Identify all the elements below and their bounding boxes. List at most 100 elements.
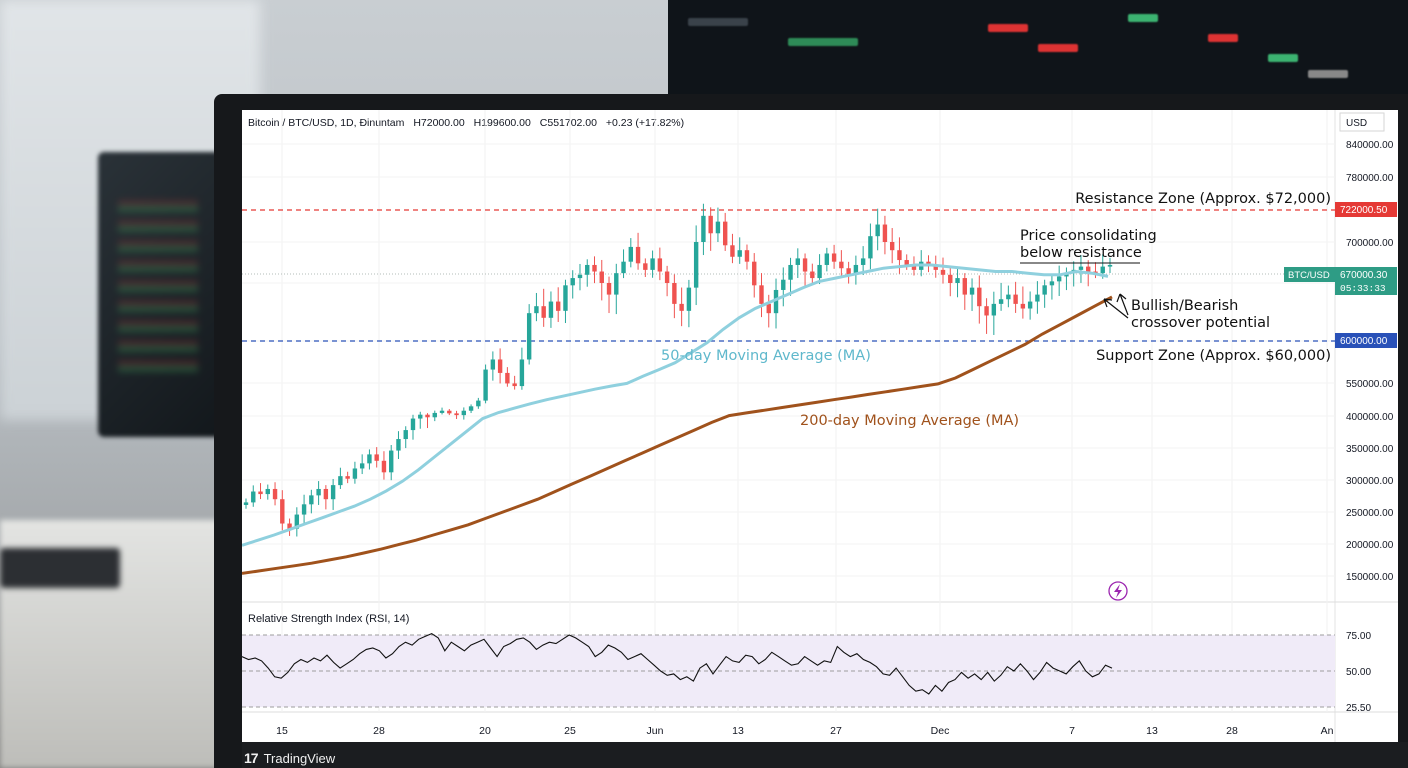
candle — [781, 267, 786, 307]
candle — [548, 291, 554, 328]
candle — [468, 404, 474, 414]
candle — [679, 287, 684, 327]
candle — [272, 482, 278, 506]
candle — [795, 248, 800, 278]
candle — [534, 292, 539, 322]
candle — [1064, 267, 1069, 291]
candle — [984, 298, 989, 334]
candle — [897, 237, 902, 274]
candle — [577, 263, 583, 291]
crossover-arrow-icon — [1116, 293, 1129, 316]
candle — [802, 253, 808, 287]
candle — [846, 261, 851, 284]
crossover-arrow-icon-2 — [1103, 298, 1129, 319]
candle — [396, 431, 401, 460]
candle — [810, 263, 815, 283]
candle — [243, 498, 249, 509]
candle — [1006, 285, 1011, 308]
candle — [839, 250, 844, 277]
y-tick-label: 700000.00 — [1346, 238, 1394, 249]
close-value: C551702.00 — [540, 117, 597, 129]
x-tick-label: 28 — [1226, 725, 1238, 737]
support-price-label: 600000.00 — [1340, 336, 1388, 347]
candle — [323, 485, 329, 510]
candle — [948, 267, 953, 297]
crossover-note-line1: Bullish/Bearish — [1131, 298, 1238, 314]
rsi-level-50: 50.00 — [1346, 667, 1371, 678]
candle — [1020, 286, 1026, 319]
candle — [882, 215, 888, 255]
resistance-zone-label: Resistance Zone (Approx. $72,000) — [1075, 191, 1331, 207]
x-tick-label: 25 — [564, 725, 576, 737]
x-tick-label: Jun — [647, 725, 664, 737]
candle — [1035, 281, 1040, 314]
candle — [505, 367, 510, 387]
candle — [875, 208, 880, 251]
candle — [280, 490, 285, 531]
footer-bar — [242, 742, 1408, 768]
tradingview-logo[interactable]: 17 TradingView — [244, 750, 335, 766]
candle — [563, 279, 568, 324]
candle — [258, 483, 263, 500]
candle — [853, 255, 859, 285]
ma50-label: 50-day Moving Average (MA) — [661, 348, 871, 364]
tradingview-mark-icon: 17 — [244, 750, 259, 766]
candle — [1056, 265, 1062, 296]
y-tick-label: 400000.00 — [1346, 412, 1394, 423]
candle — [1049, 273, 1055, 300]
candle — [432, 410, 437, 422]
x-tick-label: 28 — [373, 725, 385, 737]
candle — [955, 267, 960, 298]
price-chart[interactable]: Bitcoin / BTC/USD, 1D, Đinuntam H72000.0… — [242, 110, 1398, 742]
candle — [606, 276, 612, 314]
candle — [447, 409, 452, 416]
svg-text:Bitcoin / BTC/USD, 1D, Đinunta: Bitcoin / BTC/USD, 1D, Đinuntam H72000.0… — [248, 117, 684, 129]
candle — [374, 447, 379, 468]
candle — [497, 348, 503, 384]
x-tick-label: 13 — [732, 725, 744, 737]
candle — [359, 454, 365, 475]
y-tick-label: 200000.00 — [1346, 540, 1394, 551]
x-tick-label: An — [1321, 725, 1334, 737]
countdown-label: 05:33:33 — [1340, 283, 1386, 294]
last-price-label: 670000.30 — [1340, 270, 1388, 281]
candle — [664, 265, 670, 297]
candle — [439, 407, 445, 415]
high-value: H72000.00 — [413, 117, 465, 129]
candle — [490, 351, 496, 381]
candle — [824, 247, 830, 272]
candle — [940, 257, 946, 284]
candle — [657, 247, 663, 281]
candle — [889, 228, 895, 264]
consolidation-note-line1: Price consolidating — [1020, 228, 1157, 244]
x-tick-label: 15 — [276, 725, 288, 737]
candle — [526, 304, 532, 365]
y-tick-label: 350000.00 — [1346, 444, 1394, 455]
x-axis: 15 28 20 25 Jun 13 27 Dec 7 13 28 An — [276, 725, 1333, 737]
candle — [773, 278, 779, 329]
candle — [476, 397, 481, 409]
candle — [418, 411, 423, 429]
x-tick-label: 7 — [1069, 725, 1075, 737]
candle — [556, 287, 561, 322]
candle — [541, 288, 546, 327]
ma200-label: 200-day Moving Average (MA) — [800, 413, 1019, 429]
candle — [519, 347, 525, 390]
candle — [693, 225, 699, 306]
consolidation-note-line2: below resistance — [1020, 245, 1142, 261]
candle — [309, 489, 314, 514]
x-tick-label: 13 — [1146, 725, 1158, 737]
lightning-icon[interactable] — [1108, 581, 1128, 601]
candle — [1027, 291, 1033, 320]
crossover-note-line2: crossover potential — [1131, 315, 1270, 331]
candle — [672, 274, 677, 319]
rsi-level-25: 25.50 — [1346, 703, 1371, 714]
candle — [1042, 279, 1047, 308]
candle — [998, 282, 1004, 311]
candle — [730, 233, 735, 264]
background-keyboard — [0, 548, 120, 588]
candle — [483, 364, 488, 404]
candle — [686, 279, 692, 328]
candle — [454, 410, 459, 420]
candle — [759, 273, 764, 318]
